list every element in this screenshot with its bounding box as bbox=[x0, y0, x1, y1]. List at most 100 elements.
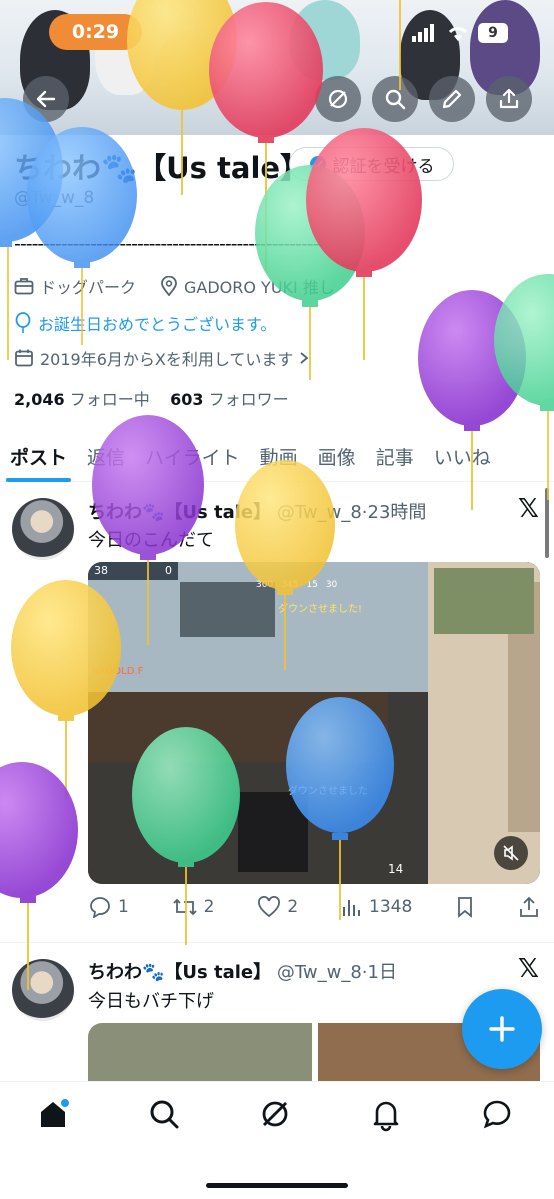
profile-screen: { "status_bar": {"timer": "0:29", "batte… bbox=[0, 0, 554, 1199]
avatar[interactable] bbox=[12, 498, 74, 560]
home-indicator bbox=[206, 1183, 348, 1188]
hud-num: 345 bbox=[281, 580, 299, 590]
back-button[interactable] bbox=[23, 76, 69, 122]
avatar[interactable] bbox=[12, 959, 74, 1021]
like-count: 2 bbox=[287, 897, 299, 917]
views-count: 1348 bbox=[369, 897, 413, 917]
tab-videos[interactable]: 動画 bbox=[250, 432, 308, 480]
edit-icon bbox=[442, 89, 462, 109]
tweet-author-name[interactable]: ちわわ🐾【Us tale】 bbox=[88, 962, 271, 983]
follow-stats: 2,046 フォロー中 603 フォロワー bbox=[14, 386, 289, 410]
profile-location: GADORO YUKI 推し bbox=[160, 274, 335, 298]
hud-num: 300 bbox=[256, 580, 274, 590]
grok-icon bbox=[262, 1101, 288, 1127]
battery-icon: 9 bbox=[478, 23, 508, 43]
birthday-text[interactable]: お誕生日おめでとうございます。 bbox=[38, 311, 276, 335]
profile-category: ドッグパーク bbox=[14, 274, 136, 298]
tweet[interactable]: ちわわ🐾【Us tale】 @Tw_w_8·23時間 𝕏 今日のこんだて 38 … bbox=[0, 482, 554, 942]
verified-badge-icon bbox=[309, 156, 326, 172]
heart-icon bbox=[258, 896, 281, 918]
tweet-header: ちわわ🐾【Us tale】 @Tw_w_8·23時間 bbox=[88, 498, 426, 524]
verify-button[interactable]: 認証を受ける bbox=[289, 147, 454, 181]
profile-handle: @Tw_w_8 bbox=[14, 188, 95, 208]
grok-button[interactable] bbox=[315, 76, 361, 122]
tweet-time: 23時間 bbox=[367, 502, 427, 523]
hud-numbers: 300 345 15 30 bbox=[256, 580, 337, 590]
compose-button[interactable] bbox=[462, 989, 542, 1069]
briefcase-icon bbox=[14, 278, 34, 295]
nav-grok[interactable] bbox=[257, 1096, 297, 1136]
hud-num: 15 bbox=[306, 580, 318, 590]
messages-icon bbox=[483, 1100, 510, 1129]
hud-num: 30 bbox=[325, 580, 338, 590]
share-icon bbox=[520, 896, 538, 917]
scrollbar[interactable] bbox=[545, 488, 549, 558]
share-icon bbox=[499, 88, 519, 109]
category-text: ドッグパーク bbox=[40, 278, 137, 297]
home-icon bbox=[41, 1099, 70, 1127]
followers-link[interactable]: 603 フォロワー bbox=[170, 390, 289, 409]
search-button[interactable] bbox=[372, 76, 418, 122]
followers-label: フォロワー bbox=[208, 390, 289, 409]
nav-search[interactable] bbox=[146, 1096, 186, 1136]
tab-posts[interactable]: ポスト bbox=[0, 432, 77, 482]
tweet-handle: @Tw_w_8 bbox=[276, 962, 362, 983]
tweet-actions: 1 2 2 1348 bbox=[88, 896, 540, 918]
reply-button[interactable]: 1 bbox=[88, 896, 129, 918]
wifi-icon bbox=[446, 24, 470, 42]
retweet-icon bbox=[173, 898, 197, 916]
bookmark-icon bbox=[458, 897, 473, 918]
retweet-count: 2 bbox=[203, 897, 215, 917]
balloon-icon bbox=[15, 312, 31, 333]
tab-highlights[interactable]: ハイライト bbox=[135, 432, 250, 480]
search-icon bbox=[150, 1100, 179, 1129]
score-left: 38 bbox=[94, 564, 108, 577]
profile-birthday: お誕生日おめでとうございます。 bbox=[14, 311, 276, 335]
notifications-icon bbox=[373, 1101, 399, 1132]
following-count: 2,046 bbox=[14, 390, 65, 409]
like-button[interactable]: 2 bbox=[257, 896, 298, 918]
tab-articles[interactable]: 記事 bbox=[366, 432, 424, 480]
followers-count: 603 bbox=[170, 390, 204, 409]
chevron-right-icon bbox=[300, 352, 309, 364]
tweet-time: 1日 bbox=[367, 962, 397, 983]
tweet-media-image[interactable] bbox=[88, 1023, 312, 1083]
tab-images[interactable]: 画像 bbox=[308, 432, 366, 480]
tab-likes[interactable]: いいね bbox=[424, 432, 501, 480]
bottom-nav bbox=[0, 1081, 554, 1199]
nav-notifications[interactable] bbox=[368, 1096, 408, 1136]
tweet-author-name[interactable]: ちわわ🐾【Us tale】 bbox=[88, 502, 271, 523]
views-chart-icon bbox=[343, 900, 361, 916]
reply-count: 1 bbox=[118, 897, 129, 917]
nav-home[interactable] bbox=[35, 1096, 75, 1136]
speaker-muted-icon bbox=[503, 845, 519, 861]
hud-sub-message: ダウンさせました bbox=[288, 786, 368, 797]
score-right: 0 bbox=[165, 564, 172, 577]
grok-icon bbox=[328, 89, 348, 109]
tweet-share-button[interactable] bbox=[518, 896, 540, 918]
profile-joined[interactable]: 2019年6月からXを利用しています bbox=[14, 346, 309, 370]
profile-tabs: ポスト 返信 ハイライト 動画 画像 記事 いいね bbox=[0, 432, 554, 482]
verify-label: 認証を受ける bbox=[332, 156, 435, 177]
joined-text: 2019年6月からXを利用しています bbox=[40, 350, 294, 369]
reply-icon bbox=[90, 897, 110, 918]
following-link[interactable]: 2,046 フォロー中 bbox=[14, 390, 150, 409]
search-icon bbox=[385, 89, 406, 110]
share-button[interactable] bbox=[486, 76, 532, 122]
tweet-media-video[interactable]: 38 0 300 345 15 30 ダウンさせました! BAGOLD.F ダウ… bbox=[88, 562, 540, 884]
edit-button[interactable] bbox=[429, 76, 475, 122]
calendar-icon bbox=[15, 349, 33, 367]
tweet-text: 今日のこんだて bbox=[88, 530, 214, 551]
tweet-header: ちわわ🐾【Us tale】 @Tw_w_8·1日 bbox=[88, 958, 397, 984]
retweet-button[interactable]: 2 bbox=[172, 896, 215, 918]
nav-messages[interactable] bbox=[479, 1096, 519, 1136]
score-hud: 38 0 bbox=[88, 564, 178, 578]
mute-button[interactable] bbox=[494, 836, 528, 870]
tab-replies[interactable]: 返信 bbox=[77, 432, 135, 480]
tweet-text: 今日もバチ下げ bbox=[88, 991, 214, 1012]
signal-icon bbox=[412, 24, 436, 42]
bookmark-button[interactable] bbox=[455, 896, 475, 918]
x-logo-icon: 𝕏 bbox=[518, 954, 539, 984]
views-button[interactable]: 1348 bbox=[341, 897, 412, 917]
hud-nameplate: BAGOLD.F bbox=[92, 666, 144, 677]
